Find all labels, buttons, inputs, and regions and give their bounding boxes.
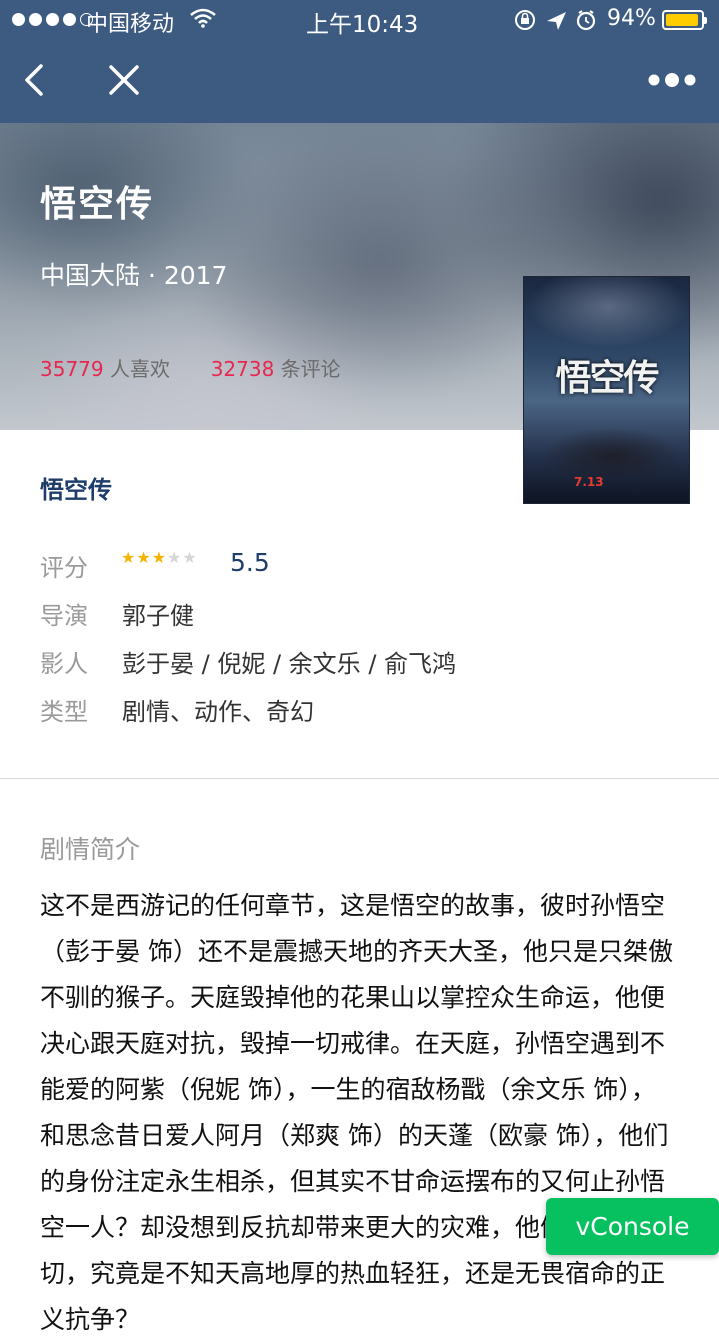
genre-label: 类型 — [40, 698, 88, 726]
top-bar: 中国移动 上午10:43 94% — [0, 0, 719, 123]
genre-value: 剧情、动作、奇幻 — [122, 698, 314, 726]
cast-value: 彭于晏 / 倪妮 / 余文乐 / 俞飞鸿 — [122, 650, 457, 678]
movie-title: 悟空传 — [40, 476, 112, 504]
alarm-icon — [576, 10, 596, 31]
rating-score: 5.5 — [230, 548, 270, 577]
rotation-lock-icon — [515, 10, 535, 30]
vconsole-button[interactable]: vConsole — [546, 1198, 719, 1255]
cast-row: 影人 彭于晏 / 倪妮 / 余文乐 / 俞飞鸿 — [40, 644, 456, 679]
poster-date: 7.13 — [574, 475, 604, 489]
signal-strength-icon — [12, 13, 93, 26]
poster-title: 悟空传 — [555, 357, 659, 399]
likes-count: 35779 — [40, 357, 104, 381]
comments-count: 32738 — [210, 357, 275, 381]
genre-row: 类型 剧情、动作、奇幻 — [40, 692, 314, 727]
hero-stats: 35779 人喜欢 32738 条评论 — [40, 353, 341, 382]
rating-stars: ★ ★ ★ ★ ★ — [121, 550, 197, 566]
movie-poster[interactable]: 悟空传 7.13 — [523, 276, 690, 504]
synopsis-text: 这不是西游记的任何章节，这是悟空的故事，彼时孙悟空（彭于晏 饰）还不是震撼天地的… — [40, 891, 673, 1334]
battery-percentage: 94% — [607, 6, 656, 31]
close-icon[interactable] — [104, 60, 144, 100]
hero-title: 悟空传 — [40, 184, 155, 225]
hero-meta: 中国大陆 · 2017 — [40, 261, 228, 290]
director-value: 郭子健 — [122, 602, 194, 630]
location-icon — [547, 12, 566, 30]
more-icon[interactable] — [646, 70, 698, 90]
rating-row: 评分 — [40, 548, 122, 583]
status-icons — [515, 10, 596, 31]
wifi-icon — [190, 8, 216, 28]
section-divider — [0, 778, 719, 779]
star-icon: ★ — [136, 548, 151, 567]
cast-label: 影人 — [40, 650, 88, 678]
comments-label: 条评论 — [280, 357, 341, 381]
likes-label: 人喜欢 — [109, 357, 170, 381]
director-row: 导演 郭子健 — [40, 596, 194, 631]
battery-icon — [662, 10, 707, 30]
carrier-label: 中国移动 — [86, 12, 175, 37]
star-icon: ★ — [151, 548, 167, 567]
star-icon: ★ — [182, 548, 197, 567]
back-icon[interactable] — [14, 60, 54, 100]
star-icon: ★ — [121, 548, 136, 567]
star-icon: ★ — [167, 548, 182, 567]
status-time: 上午10:43 — [306, 12, 419, 38]
status-bar: 中国移动 上午10:43 94% — [0, 0, 719, 40]
nav-bar — [0, 40, 719, 123]
director-label: 导演 — [40, 602, 88, 630]
rating-label: 评分 — [40, 554, 88, 582]
synopsis-heading: 剧情简介 — [40, 835, 141, 864]
